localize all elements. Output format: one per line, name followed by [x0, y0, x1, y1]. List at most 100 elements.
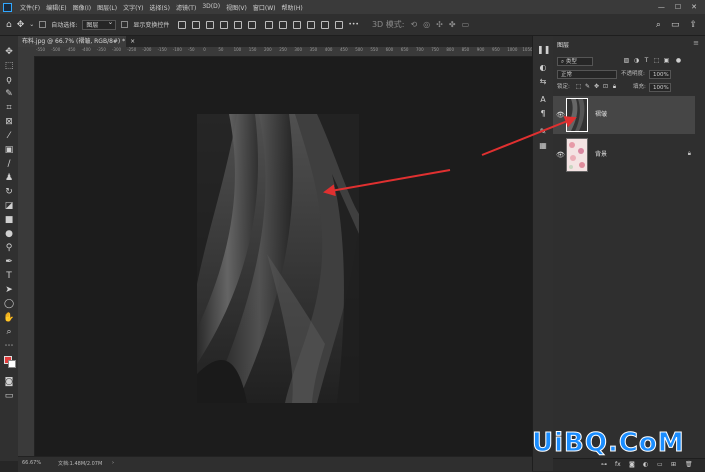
workspace-icon[interactable]: ▭ — [671, 20, 680, 30]
shape-tool-icon[interactable]: ◯ — [3, 298, 15, 310]
horizontal-ruler[interactable]: -550 -500 -450 -400 -350 -300 -250 -200 -150 -100… — [34, 47, 532, 57]
lock-all-icon[interactable]: 🔒︎ — [611, 83, 618, 91]
more-options-button[interactable]: ••• — [348, 21, 359, 28]
minimize-button[interactable]: — — [658, 3, 665, 11]
eraser-tool-icon[interactable]: ◪ — [3, 200, 15, 212]
menu-image[interactable]: 图像(I) — [73, 3, 91, 12]
show-transform-checkbox[interactable] — [121, 21, 129, 28]
paragraph-panel-icon[interactable]: ¶ — [537, 108, 549, 120]
menu-window[interactable]: 窗口(W) — [253, 3, 276, 12]
distribute-hcenter-icon[interactable] — [321, 20, 330, 29]
auto-select-target-select[interactable]: 图层 — [82, 18, 117, 30]
crop-tool-icon[interactable]: ⌗ — [3, 102, 15, 114]
eyedropper-tool-icon[interactable]: ⁄ — [3, 130, 15, 142]
fill-input[interactable]: 100% — [649, 83, 671, 92]
pen-tool-icon[interactable]: ✒ — [3, 256, 15, 268]
properties-panel-icon[interactable]: ⇆ — [537, 76, 549, 88]
maximize-button[interactable]: ☐ — [675, 3, 681, 11]
marquee-tool-icon[interactable]: ⬚ — [3, 60, 15, 72]
menu-view[interactable]: 视图(V) — [226, 3, 247, 12]
link-layers-icon[interactable]: ⊶ — [601, 461, 607, 468]
layer-row-folds[interactable]: 👁︎ 褶皱 — [553, 96, 695, 134]
align-hcenter-icon[interactable] — [234, 20, 243, 29]
swatches-panel-icon[interactable]: ▦ — [537, 140, 549, 152]
blur-tool-icon[interactable]: ● — [3, 228, 15, 240]
layer-visibility-eye-icon[interactable]: 👁︎ — [556, 151, 565, 159]
3d-orbit-icon[interactable]: ⟲ — [410, 20, 417, 29]
vertical-ruler[interactable] — [18, 56, 35, 456]
close-window-button[interactable]: ✕ — [691, 3, 697, 11]
quick-mask-icon[interactable]: ◙ — [3, 376, 15, 388]
move-tool-icon[interactable]: ✥ — [3, 46, 15, 58]
lock-position-icon[interactable]: ✥ — [593, 83, 600, 91]
lock-artboard-icon[interactable]: ⊡ — [602, 83, 609, 91]
new-adjustment-layer-icon[interactable]: ◐ — [643, 461, 648, 468]
brush-tool-icon[interactable]: ∕ — [3, 158, 15, 170]
align-vcenter-icon[interactable] — [192, 20, 201, 29]
move-tool-dropdown-icon[interactable]: ⌄ — [29, 21, 34, 28]
zoom-tool-icon[interactable]: ⌕ — [3, 326, 15, 338]
auto-select-checkbox[interactable] — [39, 21, 47, 28]
hand-tool-icon[interactable]: ✋ — [3, 312, 15, 324]
distribute-left-icon[interactable] — [307, 20, 316, 29]
align-bottom-icon[interactable] — [206, 20, 215, 29]
background-color-swatch[interactable] — [8, 360, 16, 368]
path-select-tool-icon[interactable]: ➤ — [3, 284, 15, 296]
filter-pixel-icon[interactable]: ▨ — [623, 57, 630, 65]
menu-select[interactable]: 选择(S) — [149, 3, 170, 12]
add-mask-icon[interactable]: ◙ — [629, 461, 635, 468]
filter-toggle-icon[interactable]: ● — [675, 57, 682, 65]
menu-type[interactable]: 文字(Y) — [123, 3, 143, 12]
character-panel-icon[interactable]: A — [537, 94, 549, 106]
layer-row-background[interactable]: 👁︎ 背景 🔒︎ — [553, 136, 695, 174]
menu-layer[interactable]: 图层(L) — [97, 3, 117, 12]
distribute-bottom-icon[interactable] — [293, 20, 302, 29]
screen-mode-icon[interactable]: ▭ — [3, 390, 15, 402]
layer-style-icon[interactable]: fx — [615, 461, 621, 468]
new-layer-icon[interactable]: ⊞ — [671, 461, 676, 468]
align-top-icon[interactable] — [178, 20, 187, 29]
lock-transparent-icon[interactable]: ⬚ — [575, 83, 582, 91]
3d-scale-icon[interactable]: ▭ — [462, 20, 470, 29]
document-image[interactable] — [197, 114, 359, 403]
layer-visibility-eye-icon[interactable]: 👁︎ — [556, 111, 565, 119]
adjustments-panel-icon[interactable]: ◐ — [537, 62, 549, 74]
layers-panel-title[interactable]: 图层 — [557, 40, 569, 49]
distribute-right-icon[interactable] — [335, 20, 344, 29]
lock-image-icon[interactable]: ✎ — [584, 83, 591, 91]
layer-filter-kind-select[interactable]: ⌕ 类型 — [557, 57, 593, 66]
layers-panel-menu-icon[interactable]: ≡ — [693, 39, 699, 47]
share-icon[interactable]: ⇪ — [689, 20, 697, 30]
new-group-icon[interactable]: ▭ — [657, 461, 663, 468]
home-icon[interactable]: ⌂ — [6, 20, 12, 30]
menu-help[interactable]: 帮助(H) — [282, 3, 303, 12]
zoom-level[interactable]: 66.67% — [22, 460, 41, 466]
3d-pan-icon[interactable]: ✣ — [436, 20, 443, 29]
menu-3d[interactable]: 3D(D) — [202, 3, 220, 12]
dodge-tool-icon[interactable]: ⚲ — [3, 242, 15, 254]
layer-name-background[interactable]: 背景 — [595, 149, 607, 158]
3d-roll-icon[interactable]: ◎ — [423, 20, 430, 29]
menu-filter[interactable]: 滤镜(T) — [176, 3, 196, 12]
history-panel-icon[interactable]: ❚❚ — [537, 44, 550, 56]
menu-file[interactable]: 文件(F) — [20, 3, 40, 12]
layer-name-folds[interactable]: 褶皱 — [595, 109, 607, 118]
blend-mode-select[interactable]: 正常 — [557, 70, 617, 79]
move-tool-icon[interactable]: ✥ — [17, 20, 25, 30]
opacity-input[interactable]: 100% — [649, 70, 671, 79]
canvas-area[interactable] — [35, 57, 532, 456]
brush-settings-icon[interactable]: ✎ — [537, 126, 549, 138]
edit-toolbar-icon[interactable]: ⋯ — [3, 340, 15, 352]
distribute-top-icon[interactable] — [265, 20, 274, 29]
3d-slide-icon[interactable]: ✤ — [449, 20, 456, 29]
type-tool-icon[interactable]: T — [3, 270, 15, 282]
filter-adjustment-icon[interactable]: ◑ — [633, 57, 640, 65]
menu-edit[interactable]: 编辑(E) — [46, 3, 66, 12]
gradient-tool-icon[interactable]: ■ — [3, 214, 15, 226]
lasso-tool-icon[interactable]: ϙ — [3, 74, 15, 86]
status-menu-arrow[interactable]: › — [112, 460, 114, 466]
document-tab[interactable]: 布料.jpg @ 66.7% (褶皱, RGB/8#) * × — [18, 36, 135, 47]
clone-stamp-tool-icon[interactable]: ♟ — [3, 172, 15, 184]
layer-lock-icon[interactable]: 🔒︎ — [688, 150, 691, 158]
history-brush-tool-icon[interactable]: ↻ — [3, 186, 15, 198]
